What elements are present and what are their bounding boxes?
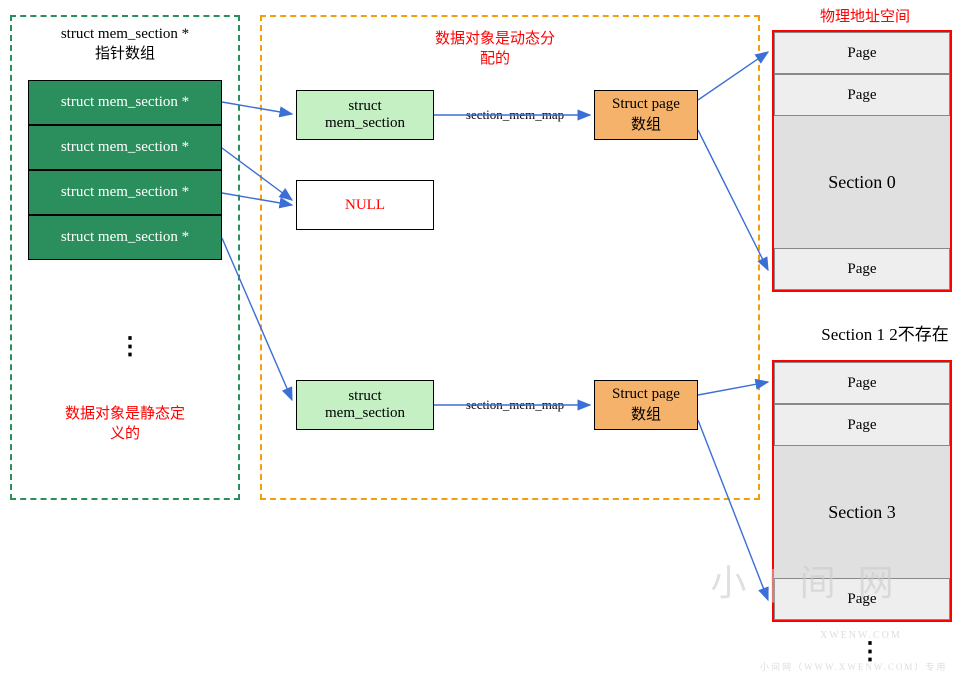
section-label: Section 0 — [828, 172, 896, 193]
page-label: Page — [847, 375, 876, 392]
dynamic-title-text: 配的 — [480, 50, 510, 70]
section-missing-text: Section 1 2不存在 — [821, 320, 949, 345]
mem-section-label: mem_section — [325, 115, 405, 132]
page-label: Page — [847, 417, 876, 434]
pointer-row-2: struct mem_section * — [28, 170, 222, 215]
mem-section-label: struct — [348, 388, 381, 405]
page-label: Page — [847, 261, 876, 278]
struct-page-label: Struct page — [612, 96, 680, 113]
pointer-array: struct mem_section * struct mem_section … — [28, 80, 222, 260]
section-missing-label: Section 1 2不存在 — [800, 320, 964, 345]
pointer-row-3: struct mem_section * — [28, 215, 222, 260]
section-3: Page Page Section 3 Page — [772, 360, 952, 622]
page-row: Page — [774, 74, 950, 116]
section-label-area: Section 0 — [774, 116, 950, 248]
pointer-row-0: struct mem_section * — [28, 80, 222, 125]
arrow-label-text: section_mem_map — [466, 107, 564, 123]
watermark-strip-text: XWENW.COM — [820, 630, 902, 641]
section-0: Page Page Section 0 Page — [772, 30, 952, 292]
mem-section-box-1: struct mem_section — [296, 380, 434, 430]
page-label: Page — [847, 591, 876, 608]
struct-page-array-1: Struct page 数组 — [594, 380, 698, 430]
page-label: Page — [847, 45, 876, 62]
mem-section-label: struct — [348, 98, 381, 115]
section-label: Section 3 — [828, 502, 896, 523]
pointer-row-label: struct mem_section * — [61, 229, 189, 246]
arrow-label-0: section_mem_map — [440, 107, 590, 123]
struct-page-label: 数组 — [631, 113, 661, 134]
ellipsis-icon — [118, 335, 142, 359]
dynamic-title: 数据对象是动态分 配的 — [395, 30, 595, 69]
mem-section-label: mem_section — [325, 405, 405, 422]
struct-page-label: 数组 — [631, 403, 661, 424]
page-row: Page — [774, 32, 950, 74]
struct-page-label: Struct page — [612, 386, 680, 403]
page-row: Page — [774, 578, 950, 620]
arrow-label-1: section_mem_map — [440, 397, 590, 413]
page-label: Page — [847, 87, 876, 104]
static-note: 数据对象是静态定 义的 — [40, 405, 210, 444]
arrow-label-text: section_mem_map — [466, 397, 564, 413]
page-row: Page — [774, 362, 950, 404]
title-text-zh: 指针数组 — [95, 45, 155, 65]
page-row: Page — [774, 248, 950, 290]
dynamic-title-text: 数据对象是动态分 — [435, 30, 555, 50]
physical-address-text: 物理地址空间 — [820, 5, 910, 26]
section-label-area: Section 3 — [774, 446, 950, 578]
note-text: 数据对象是静态定 — [65, 405, 185, 425]
pointer-array-title: struct mem_section * 指针数组 — [30, 25, 220, 64]
watermark-strip: XWENW.COM — [820, 630, 902, 641]
page-row: Page — [774, 404, 950, 446]
mem-section-box-0: struct mem_section — [296, 90, 434, 140]
pointer-row-label: struct mem_section * — [61, 94, 189, 111]
pointer-row-1: struct mem_section * — [28, 125, 222, 170]
null-box: NULL — [296, 180, 434, 230]
watermark-footer: 小间网（WWW.XWENW.COM）专用 — [760, 660, 947, 673]
struct-page-array-0: Struct page 数组 — [594, 90, 698, 140]
pointer-row-label: struct mem_section * — [61, 139, 189, 156]
physical-address-header: 物理地址空间 — [790, 5, 940, 26]
null-label: NULL — [345, 197, 385, 214]
title-text: struct mem_section * — [61, 25, 189, 45]
pointer-row-label: struct mem_section * — [61, 184, 189, 201]
note-text: 义的 — [110, 425, 140, 445]
watermark-footer-text: 小间网（WWW.XWENW.COM）专用 — [760, 662, 947, 672]
